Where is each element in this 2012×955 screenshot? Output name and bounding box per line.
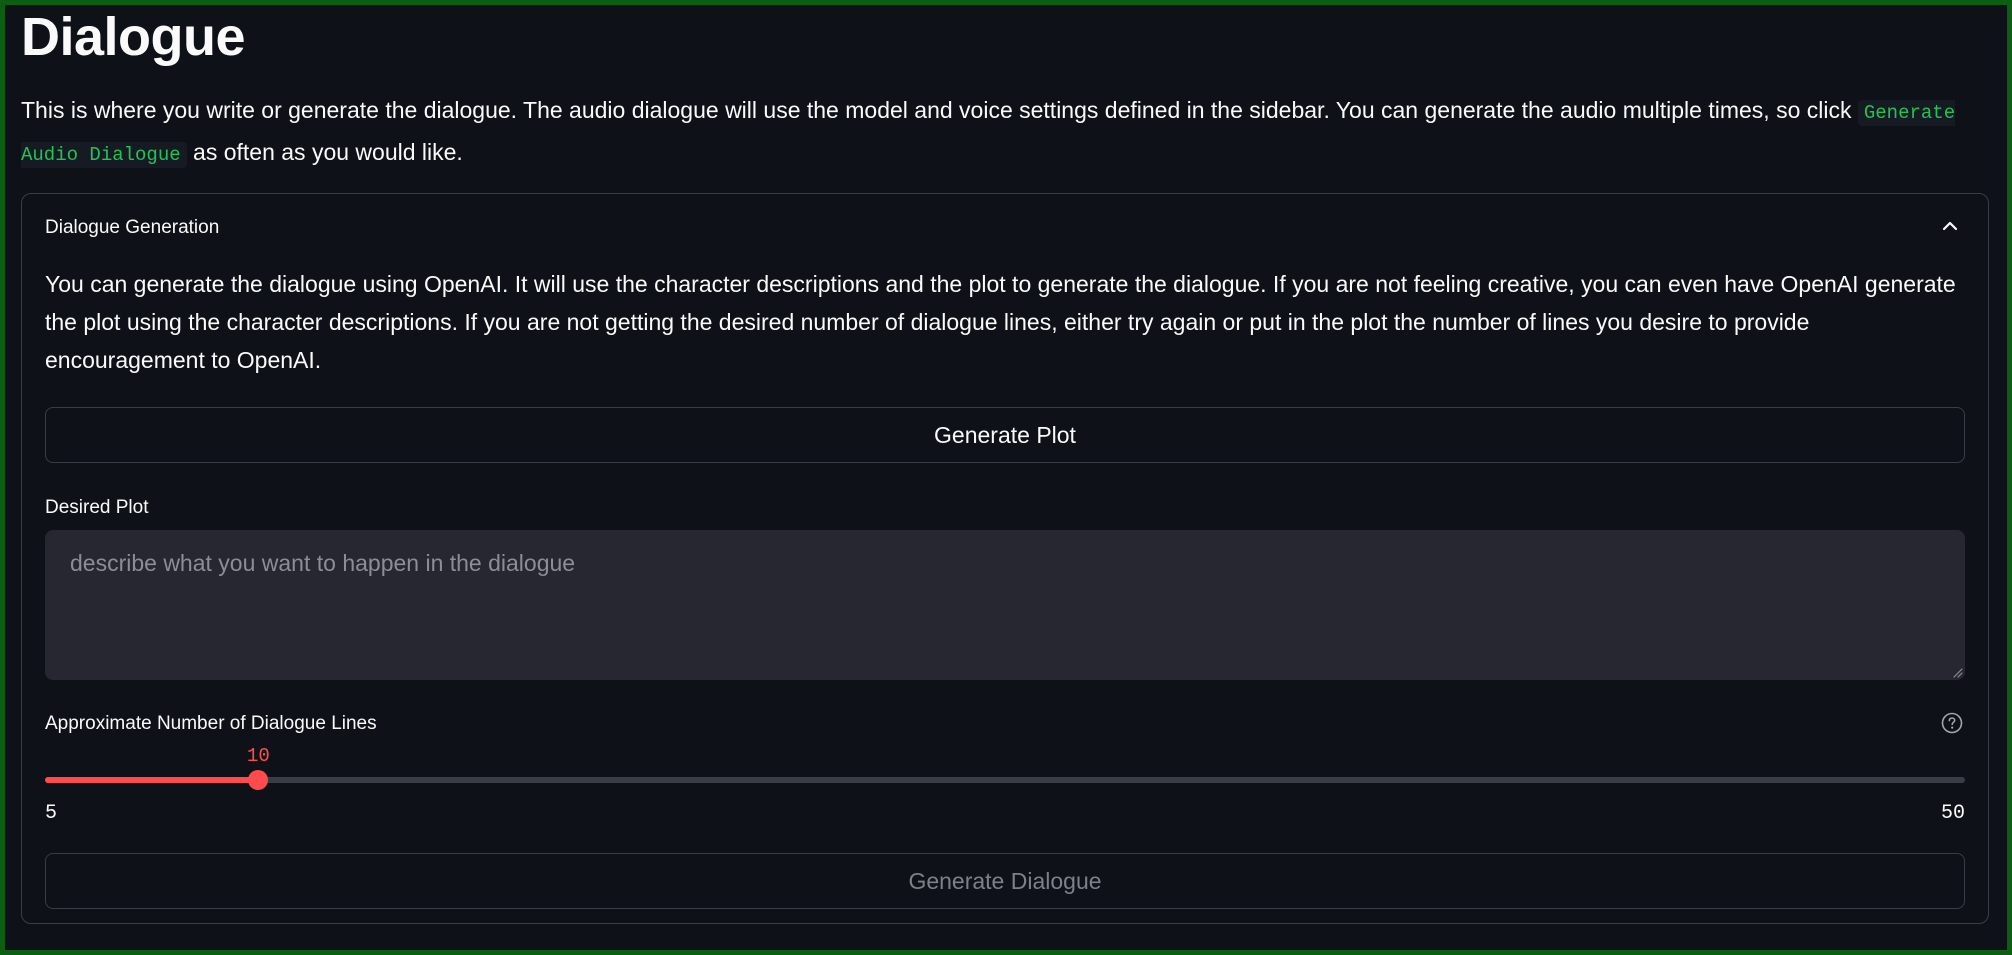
chevron-up-icon[interactable] <box>1940 216 1960 236</box>
slider-current-value: 10 <box>246 745 270 767</box>
main-content: Dialogue This is where you write or gene… <box>5 5 2007 950</box>
dialogue-lines-slider[interactable]: 10 5 50 <box>45 744 1965 840</box>
desired-plot-input[interactable] <box>45 530 1965 680</box>
generate-dialogue-button[interactable]: Generate Dialogue <box>45 853 1965 909</box>
intro-text: This is where you write or generate the … <box>21 91 1981 175</box>
expander-title: Dialogue Generation <box>45 217 220 238</box>
help-icon[interactable] <box>1940 711 1964 735</box>
intro-text-start: This is where you write or generate the … <box>21 97 1858 123</box>
intro-text-end: as often as you would like. <box>186 139 463 165</box>
dialogue-lines-label: Approximate Number of Dialogue Lines <box>45 713 377 734</box>
slider-min-label: 5 <box>45 802 58 825</box>
slider-track[interactable] <box>45 777 1965 783</box>
expander-header[interactable]: Dialogue Generation <box>22 194 1988 250</box>
dialogue-generation-expander: Dialogue Generation You can generate the… <box>21 193 1989 924</box>
slider-fill <box>45 777 259 783</box>
desired-plot-label: Desired Plot <box>45 497 149 518</box>
generate-plot-button[interactable]: Generate Plot <box>45 407 1965 463</box>
slider-max-label: 50 <box>1940 802 1965 825</box>
resize-grip-icon[interactable] <box>1953 668 1963 678</box>
slider-thumb[interactable] <box>248 770 269 790</box>
page-title: Dialogue <box>21 7 246 67</box>
expander-description: You can generate the dialogue using Open… <box>45 271 1956 373</box>
